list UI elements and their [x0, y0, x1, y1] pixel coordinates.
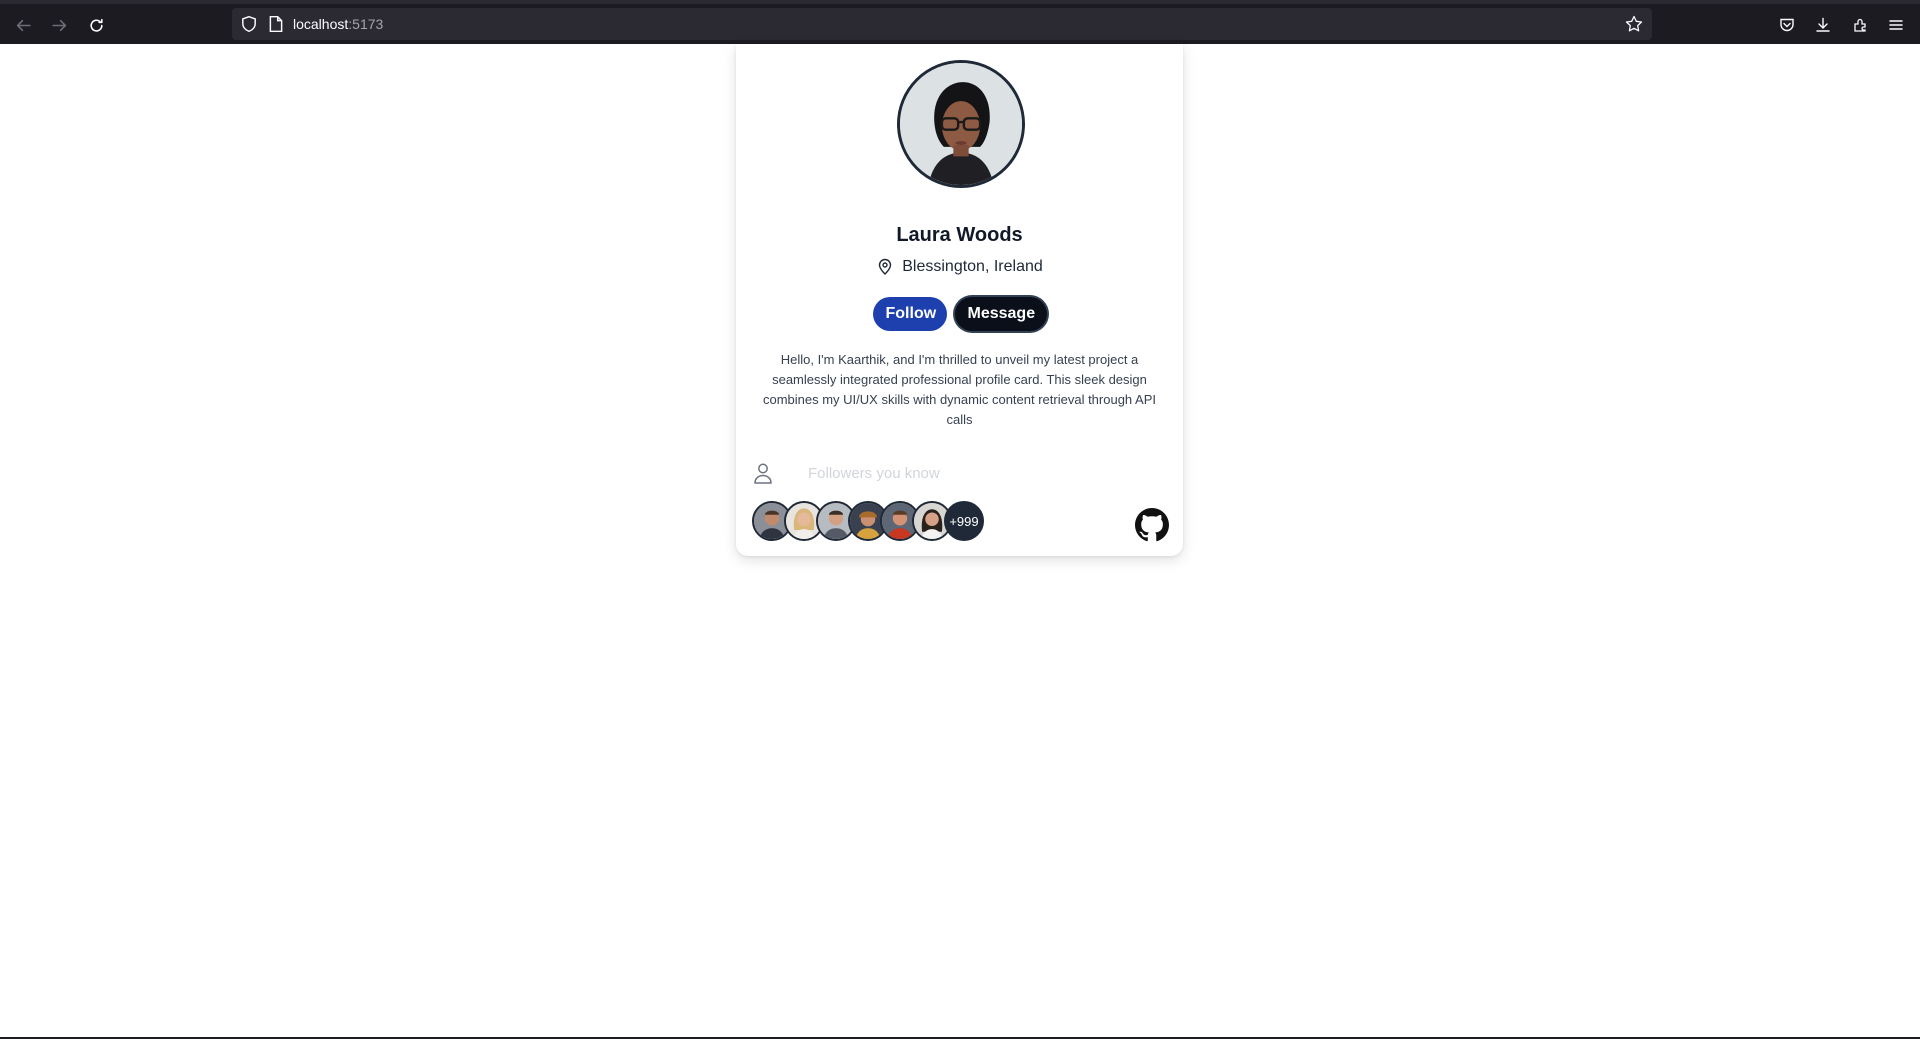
forward-arrow-icon[interactable]	[46, 12, 72, 38]
profile-location: Blessington, Ireland	[736, 258, 1183, 276]
location-pin-icon	[879, 258, 892, 275]
github-icon[interactable]	[1135, 508, 1169, 542]
followers-label: Followers you know	[808, 464, 940, 482]
pocket-icon[interactable]	[1776, 14, 1798, 36]
github-link[interactable]	[1135, 508, 1169, 542]
profile-avatar	[897, 60, 1025, 188]
menu-icon[interactable]	[1885, 14, 1907, 36]
page-icon[interactable]	[268, 15, 284, 33]
url-text[interactable]: localhost:5173	[293, 15, 383, 33]
back-arrow-icon[interactable]	[10, 12, 36, 38]
user-icon	[754, 463, 772, 484]
url-host: localhost	[293, 16, 349, 32]
browser-toolbar: localhost:5173	[0, 0, 1920, 44]
address-bar[interactable]: localhost:5173	[232, 8, 1652, 40]
download-icon[interactable]	[1812, 14, 1834, 36]
extensions-icon[interactable]	[1849, 14, 1871, 36]
star-icon[interactable]	[1624, 14, 1644, 34]
action-buttons: Follow Message	[736, 297, 1183, 331]
follow-button[interactable]: Follow	[872, 297, 947, 331]
url-port: :5173	[348, 16, 384, 32]
reload-icon[interactable]	[83, 12, 109, 38]
followers-more-count[interactable]: +999	[944, 501, 984, 541]
profile-bio: Hello, I'm Kaarthik, and I'm thrilled to…	[762, 352, 1157, 427]
followers-avatar-stack: +999	[752, 501, 984, 541]
shield-icon[interactable]	[240, 15, 258, 33]
profile-name: Laura Woods	[896, 224, 1023, 246]
message-button[interactable]: Message	[954, 297, 1047, 331]
location-text: Blessington, Ireland	[902, 258, 1043, 275]
followers-header: Followers you know	[752, 459, 1052, 487]
profile-card: Laura Woods Blessington, Ireland Follow …	[736, 44, 1183, 556]
